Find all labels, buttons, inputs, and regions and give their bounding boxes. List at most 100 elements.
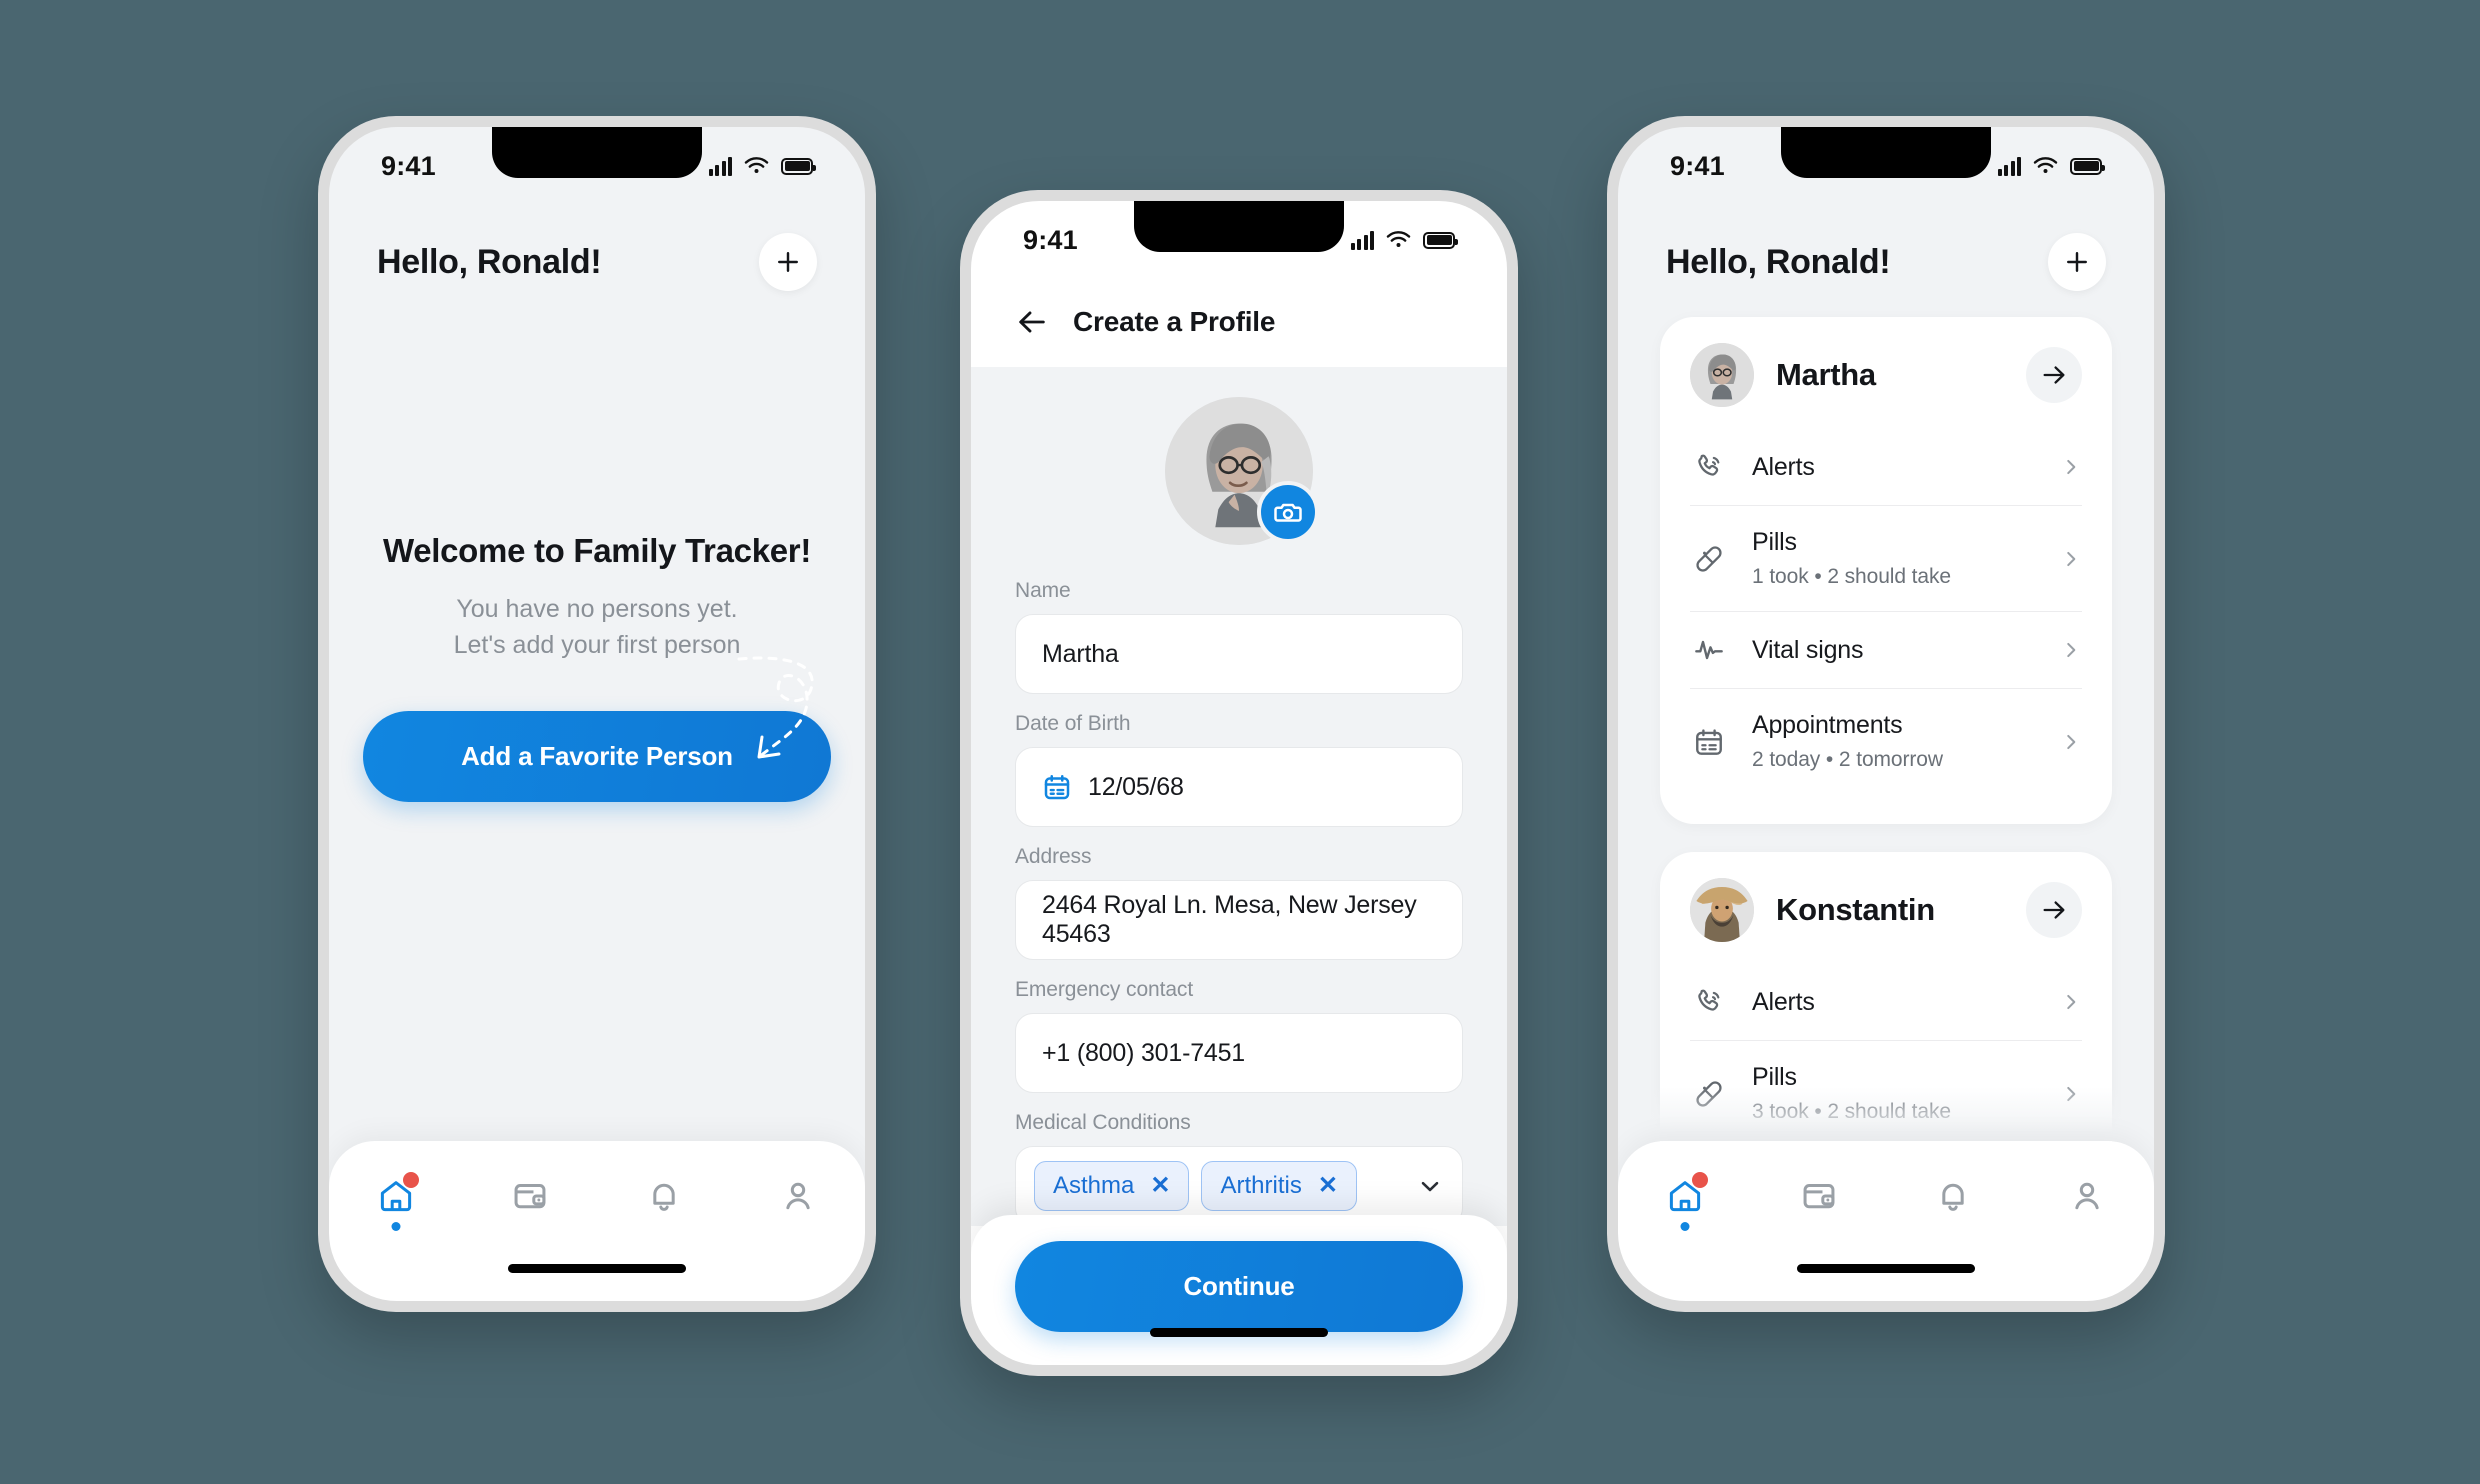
tab-active-indicator	[1680, 1222, 1690, 1231]
row-alerts[interactable]: Alerts	[1690, 429, 2082, 505]
avatar-konstantin-icon	[1690, 878, 1754, 942]
phone-ring-icon	[1690, 986, 1728, 1018]
dob-input[interactable]: 12/05/68	[1015, 747, 1463, 827]
home-tab-badge	[1692, 1172, 1708, 1188]
status-time: 9:41	[1023, 224, 1078, 255]
row-pills[interactable]: Pills 1 took • 2 should take	[1690, 505, 2082, 611]
chevron-right-icon	[2067, 994, 2076, 1010]
tab-notifications[interactable]	[621, 1177, 707, 1215]
status-time: 9:41	[1670, 150, 1725, 181]
chevron-right-icon	[2067, 734, 2076, 749]
empty-state: Welcome to Family Tracker! You have no p…	[329, 532, 865, 803]
people-header: Hello, Ronald!	[1618, 205, 2154, 291]
chevron-down-icon[interactable]	[1416, 1172, 1444, 1200]
name-input[interactable]: Martha	[1015, 614, 1463, 694]
row-subtitle: 1 took • 2 should take	[1752, 565, 1951, 588]
cta-wrapper: Add a Favorite Person	[363, 656, 831, 803]
arrow-right-icon	[2043, 901, 2065, 919]
avatar	[1690, 878, 1754, 942]
tab-list	[329, 1141, 865, 1231]
scroll-fade	[1618, 1087, 2154, 1141]
person-name: Konstantin	[1776, 892, 1935, 927]
emergency-contact-input[interactable]: +1 (800) 301-7451	[1015, 1013, 1463, 1093]
chip-arthritis[interactable]: Arthritis ✕	[1201, 1161, 1357, 1211]
tab-notifications[interactable]	[1910, 1177, 1996, 1215]
battery-icon	[1423, 231, 1458, 249]
tab-home[interactable]	[353, 1172, 439, 1231]
screen-home-empty: 9:41 Hello, Ronald! Welcome to Family Tr…	[329, 127, 865, 1301]
row-texts: Appointments 2 today • 2 tomorrow	[1752, 711, 2036, 772]
address-input[interactable]: 2464 Royal Ln. Mesa, New Jersey 45463	[1015, 880, 1463, 960]
home-indicator	[1797, 1264, 1975, 1273]
person-card-martha[interactable]: Martha Alerts Pills 1 took • 2 should ta…	[1660, 317, 2112, 824]
profile-avatar[interactable]	[1165, 397, 1319, 545]
field-label: Address	[1015, 845, 1092, 868]
field-value: Martha	[1042, 639, 1119, 668]
row-texts: Alerts	[1752, 453, 2036, 482]
bottom-tab-bar	[1618, 1141, 2154, 1301]
add-person-button[interactable]	[2048, 233, 2106, 291]
row-subtitle: 2 today • 2 tomorrow	[1752, 748, 1943, 771]
chip-label: Arthritis	[1220, 1172, 1302, 1199]
cellular-signal-icon	[1350, 230, 1374, 250]
battery-icon	[781, 157, 816, 175]
notch	[492, 127, 702, 178]
home-indicator	[1150, 1328, 1328, 1337]
profile-form: Name Martha Date of Birth 12/05/68 Addre…	[971, 367, 1507, 1226]
field-value: 2464 Royal Ln. Mesa, New Jersey 45463	[1042, 891, 1417, 948]
row-vital-signs[interactable]: Vital signs	[1690, 611, 2082, 688]
continue-button[interactable]: Continue	[1015, 1241, 1463, 1332]
field-label: Name	[1015, 579, 1071, 602]
row-texts: Pills 1 took • 2 should take	[1752, 528, 2036, 589]
avatar-martha-icon	[1690, 343, 1754, 407]
person-name: Martha	[1776, 357, 1876, 392]
calendar-icon	[1690, 726, 1728, 758]
page-title: Hello, Ronald!	[1666, 242, 1891, 281]
battery-icon	[2070, 157, 2105, 175]
calendar-icon	[1044, 775, 1070, 800]
empty-state-subtitle: You have no persons yet. Let's add your …	[363, 592, 831, 663]
person-open-button[interactable]	[2026, 882, 2082, 938]
tab-home[interactable]	[1642, 1172, 1728, 1231]
person-icon	[786, 1182, 810, 1210]
field-name: Name Martha	[1015, 579, 1463, 694]
bottom-action-sheet: Continue	[971, 1215, 1507, 1365]
change-photo-button[interactable]	[1257, 481, 1319, 543]
row-appointments[interactable]: Appointments 2 today • 2 tomorrow	[1690, 688, 2082, 794]
row-title: Alerts	[1752, 452, 1815, 481]
chevron-right-icon	[2067, 551, 2076, 566]
people-cards: Martha Alerts Pills 1 took • 2 should ta…	[1618, 291, 2154, 1176]
status-bar: 9:41	[329, 127, 865, 205]
arrow-left-icon[interactable]	[1015, 305, 1049, 339]
phone-home-empty: 9:41 Hello, Ronald! Welcome to Family Tr…	[318, 116, 876, 1312]
tab-profile[interactable]	[2044, 1177, 2130, 1215]
tab-profile[interactable]	[755, 1177, 841, 1215]
chip-remove-icon[interactable]: ✕	[1318, 1174, 1338, 1198]
bell-icon	[1942, 1183, 1964, 1211]
screen-people-list: 9:41 Hello, Ronald! Martha Alerts Pills …	[1618, 127, 2154, 1301]
cellular-signal-icon	[1997, 156, 2021, 176]
tab-wallet[interactable]	[1776, 1177, 1862, 1215]
person-open-button[interactable]	[2026, 347, 2082, 403]
tab-wallet[interactable]	[487, 1177, 573, 1215]
empty-state-line-1: You have no persons yet.	[456, 595, 738, 624]
pill-icon	[1690, 543, 1728, 575]
chevron-right-icon	[2067, 459, 2076, 475]
row-alerts[interactable]: Alerts	[1690, 964, 2082, 1040]
person-header: Konstantin	[1690, 878, 2082, 964]
chip-remove-icon[interactable]: ✕	[1150, 1174, 1170, 1198]
phone-create-profile: 9:41 Create a Profile Name Martha Date o…	[960, 190, 1518, 1376]
screenshot-canvas: 9:41 Hello, Ronald! Welcome to Family Tr…	[0, 0, 2480, 1484]
chip-asthma[interactable]: Asthma ✕	[1034, 1161, 1190, 1211]
camera-icon	[1274, 503, 1302, 522]
phone-people-list: 9:41 Hello, Ronald! Martha Alerts Pills …	[1607, 116, 2165, 1312]
chip-label: Asthma	[1053, 1172, 1135, 1199]
cellular-signal-icon	[708, 156, 732, 176]
add-person-button[interactable]	[759, 233, 817, 291]
status-bar: 9:41	[1618, 127, 2154, 205]
add-favorite-person-button[interactable]: Add a Favorite Person	[363, 711, 831, 803]
wifi-icon	[2033, 156, 2058, 173]
medical-conditions-select[interactable]: Asthma ✕ Arthritis ✕	[1015, 1146, 1463, 1226]
wallet-icon	[514, 1184, 546, 1209]
field-value: +1 (800) 301-7451	[1042, 1038, 1246, 1067]
